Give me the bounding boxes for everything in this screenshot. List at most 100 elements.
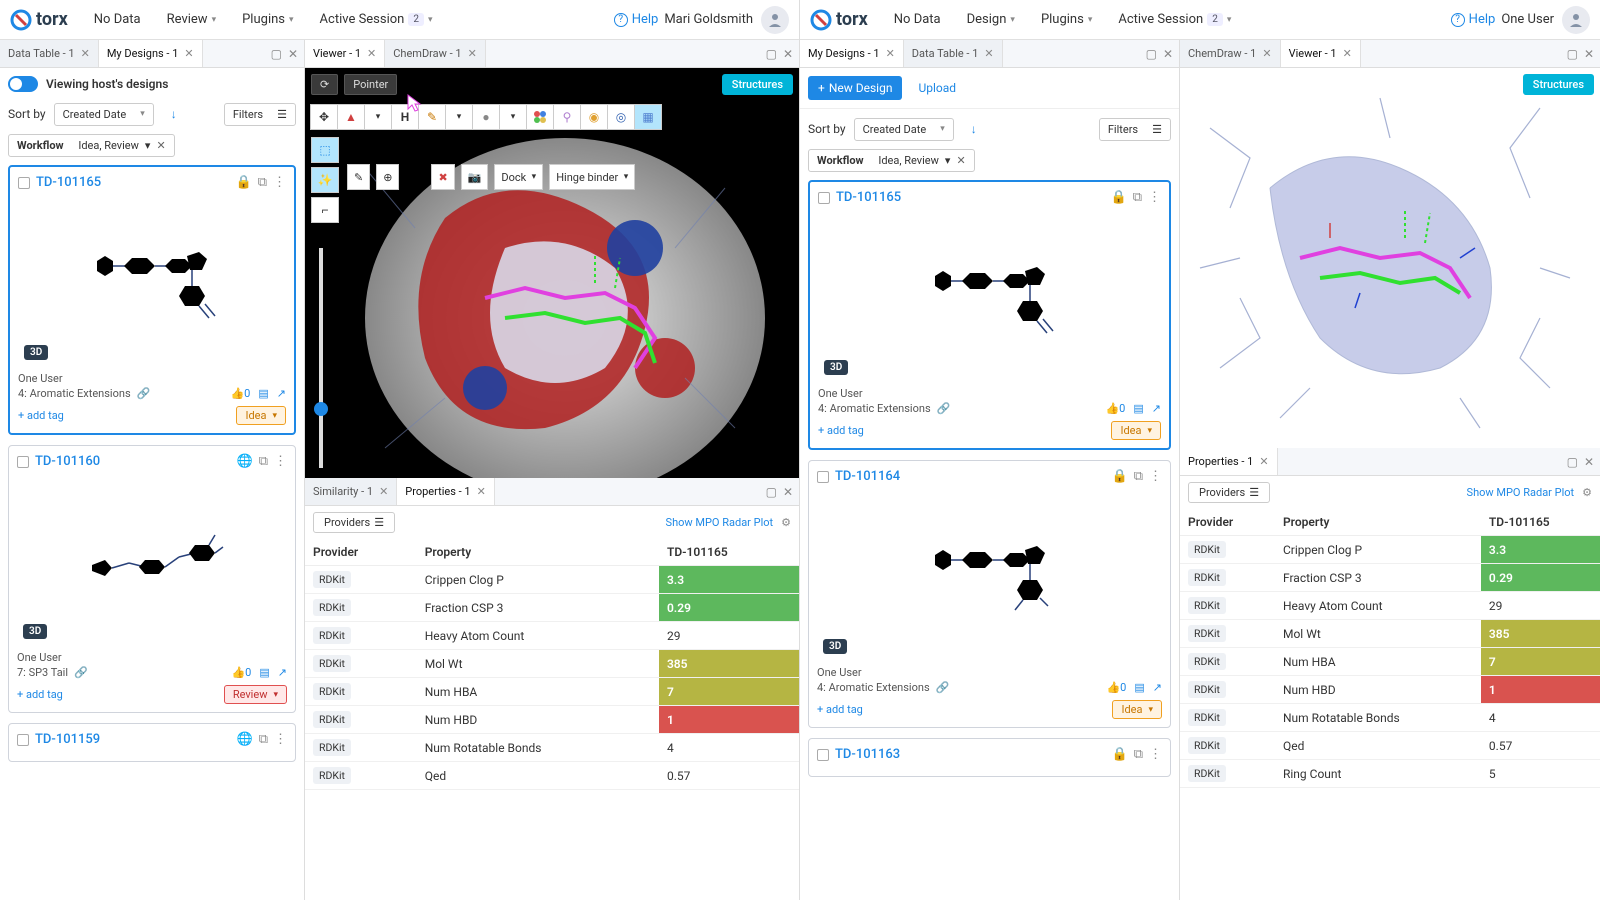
copy-icon[interactable]: ⧉	[1134, 469, 1143, 484]
providers-button[interactable]: Providers☰	[313, 512, 395, 533]
card-title[interactable]: TD-101164	[835, 469, 1106, 484]
lock-icon[interactable]: 🔒	[1112, 747, 1128, 762]
new-design-button[interactable]: +New Design	[808, 76, 902, 100]
nav-plugins[interactable]: Plugins▾	[232, 6, 303, 33]
upload-link[interactable]: Upload	[918, 81, 956, 95]
thumb-icon[interactable]: 👍0	[230, 387, 250, 400]
globe-icon[interactable]: ◉	[580, 104, 608, 130]
logo[interactable]: torx	[810, 9, 868, 31]
remove-chip-icon[interactable]: ✕	[156, 139, 165, 152]
menu-icon[interactable]: ⋮	[1148, 190, 1161, 205]
close-icon[interactable]: ✕	[1259, 455, 1268, 468]
gear-icon[interactable]: ⚙	[1582, 486, 1592, 499]
remove-chip-icon[interactable]: ✕	[956, 154, 965, 167]
link-icon[interactable]: 🔗	[936, 681, 950, 694]
card-title[interactable]: TD-101159	[35, 732, 231, 747]
thumb-icon[interactable]: 👍0	[1105, 402, 1125, 415]
gear-icon[interactable]: ⚙	[781, 516, 791, 529]
share-icon[interactable]: ↗	[278, 666, 287, 679]
hinge-select[interactable]: Hinge binder ▾	[549, 164, 635, 190]
design-card[interactable]: TD-101163 🔒 ⧉ ⋮	[808, 738, 1171, 777]
menu-icon[interactable]: ⋮	[274, 732, 287, 747]
maximize-icon[interactable]: ▢	[271, 47, 282, 61]
select-tool-icon[interactable]: ⬚	[311, 137, 339, 163]
menu-icon[interactable]: ⋮	[1149, 747, 1162, 762]
close-icon[interactable]: ✕	[886, 47, 895, 60]
atom-icon[interactable]: ▲	[337, 104, 365, 130]
close-panel-icon[interactable]: ✕	[288, 47, 298, 61]
nav-no-data[interactable]: No Data	[884, 6, 951, 33]
card-title[interactable]: TD-101165	[36, 175, 230, 190]
design-card[interactable]: TD-101165🔒⧉⋮3DOne User4: Aromatic Extens…	[8, 165, 296, 435]
maximize-icon[interactable]: ▢	[1567, 47, 1578, 61]
status-chip[interactable]: Idea ▾	[236, 406, 286, 425]
multicolor-icon[interactable]	[526, 104, 554, 130]
copy-icon[interactable]: ⧉	[259, 454, 268, 469]
sphere-icon[interactable]: ●	[472, 104, 500, 130]
note-icon[interactable]: ▤	[259, 666, 269, 679]
camera-icon[interactable]: 📷	[461, 164, 489, 190]
tab-similarity[interactable]: Similarity - 1✕	[305, 478, 397, 505]
nav-session[interactable]: Active Session2▾	[310, 6, 443, 33]
logo[interactable]: torx	[10, 9, 68, 31]
help-link[interactable]: ?Help	[1451, 12, 1496, 27]
sort-select[interactable]: Created Date▾	[854, 118, 954, 141]
viewer-3d-r[interactable]: Structures	[1180, 68, 1600, 448]
link-icon[interactable]: 🔗	[937, 402, 951, 415]
share-icon[interactable]: ↗	[1153, 681, 1162, 694]
close-icon[interactable]: ✕	[1343, 47, 1352, 60]
dropdown-icon[interactable]: ▾	[499, 104, 527, 130]
tab-data-table[interactable]: Data Table - 1✕	[904, 40, 1003, 67]
host-toggle[interactable]	[8, 76, 38, 92]
note-icon[interactable]: ▤	[1133, 402, 1143, 415]
filters-button[interactable]: Filters☰	[1099, 118, 1171, 141]
tab-viewer[interactable]: Viewer - 1✕	[305, 40, 385, 67]
card-checkbox[interactable]	[818, 192, 830, 204]
close-panel-icon[interactable]: ✕	[1584, 455, 1594, 469]
close-icon[interactable]: ✕	[184, 47, 193, 60]
close-panel-icon[interactable]: ✕	[1163, 47, 1173, 61]
close-icon[interactable]: ✕	[81, 47, 90, 60]
delete-icon[interactable]: ✖	[431, 164, 454, 190]
copy-icon[interactable]: ⧉	[1133, 190, 1142, 205]
menu-icon[interactable]: ⋮	[1149, 469, 1162, 484]
tab-properties[interactable]: Properties - 1✕	[397, 478, 495, 505]
structure-thumbnail[interactable]: 3D	[17, 475, 287, 645]
sort-dir-button[interactable]: ↓	[162, 102, 186, 126]
tab-data-table[interactable]: Data Table - 1✕	[0, 40, 99, 67]
close-icon[interactable]: ✕	[477, 485, 486, 498]
tab-my-designs[interactable]: My Designs - 1✕	[800, 40, 904, 67]
maximize-icon[interactable]: ▢	[766, 47, 777, 61]
note-icon[interactable]: ▤	[1134, 681, 1144, 694]
structure-thumbnail[interactable]: 3D	[18, 196, 286, 366]
close-icon[interactable]: ✕	[984, 47, 993, 60]
menu-icon[interactable]: ⋮	[273, 175, 286, 190]
workflow-chip[interactable]: Workflow Idea, Review▾✕	[8, 134, 175, 157]
viewer-slider[interactable]	[319, 248, 323, 468]
tab-chemdraw[interactable]: ChemDraw - 1✕	[1180, 40, 1281, 67]
card-checkbox[interactable]	[817, 749, 829, 761]
radar-link[interactable]: Show MPO Radar Plot	[666, 516, 774, 529]
structures-button[interactable]: Structures	[722, 74, 793, 95]
card-title[interactable]: TD-101163	[835, 747, 1106, 762]
sort-dir-button[interactable]: ↓	[962, 117, 986, 141]
share-icon[interactable]: ↗	[277, 387, 286, 400]
card-checkbox[interactable]	[17, 734, 29, 746]
structure-thumbnail[interactable]: 3D	[818, 211, 1161, 381]
dock-select[interactable]: Dock ▾	[494, 164, 543, 190]
copy-icon[interactable]: ⧉	[258, 175, 267, 190]
card-checkbox[interactable]	[817, 471, 829, 483]
radar-link[interactable]: Show MPO Radar Plot	[1467, 486, 1575, 499]
user-menu[interactable]: One User	[1501, 6, 1590, 34]
lock-icon[interactable]: 🔒	[1112, 469, 1128, 484]
corner-icon[interactable]: ⌐	[311, 197, 339, 223]
nav-no-data[interactable]: No Data	[84, 6, 151, 33]
add-tag-link[interactable]: + add tag	[818, 424, 864, 437]
nav-session[interactable]: Active Session2▾	[1108, 6, 1241, 33]
copy-icon[interactable]: ⧉	[1134, 747, 1143, 762]
maximize-icon[interactable]: ▢	[1567, 455, 1578, 469]
card-title[interactable]: TD-101160	[35, 454, 231, 469]
globe-icon[interactable]: 🌐	[237, 732, 253, 747]
nav-plugins[interactable]: Plugins▾	[1031, 6, 1102, 33]
tab-my-designs[interactable]: My Designs - 1✕	[99, 40, 203, 67]
